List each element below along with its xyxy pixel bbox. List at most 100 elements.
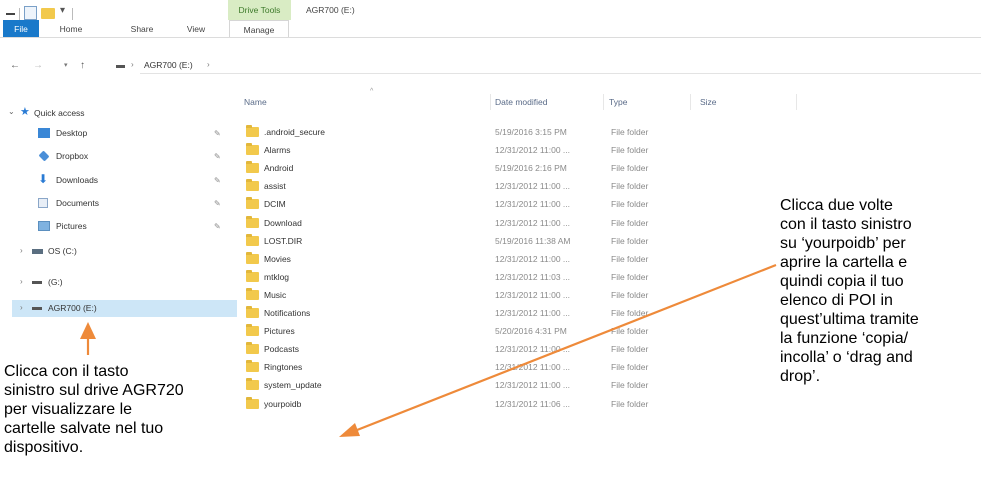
folder-icon xyxy=(246,233,259,246)
column-header-date-modified[interactable]: Date modified xyxy=(495,97,547,107)
quick-access-label[interactable]: Quick access xyxy=(34,108,85,118)
drive-tools-label: Drive Tools xyxy=(238,5,281,15)
sidebar-item-dropbox[interactable]: Dropbox ✎ xyxy=(38,148,228,165)
file-date-modified: 12/31/2012 11:00 ... xyxy=(495,217,570,228)
ribbon-tabs: File Home Share View Manage xyxy=(0,20,981,38)
table-row[interactable]: Podcasts 12/31/2012 11:00 ... File folder xyxy=(246,341,816,358)
column-header-name[interactable]: Name xyxy=(244,97,267,107)
back-arrow-icon[interactable]: ← xyxy=(10,60,20,71)
sidebar-item-os-drive[interactable]: › OS (C:) xyxy=(20,243,220,260)
sidebar-item-pictures[interactable]: Pictures ✎ xyxy=(38,218,228,235)
recent-locations-icon[interactable]: ▾ xyxy=(64,61,68,69)
table-row[interactable]: Download 12/31/2012 11:00 ... File folder xyxy=(246,215,816,232)
chevron-down-icon[interactable]: ⌄ xyxy=(8,107,15,116)
chevron-right-icon[interactable]: › xyxy=(20,303,23,312)
sidebar-item-desktop[interactable]: Desktop ✎ xyxy=(38,125,228,142)
tab-file[interactable]: File xyxy=(3,20,39,38)
documents-icon xyxy=(38,198,48,208)
chevron-right-icon[interactable]: › xyxy=(20,277,23,286)
column-header-size[interactable]: Size xyxy=(700,97,717,107)
folder-icon xyxy=(246,396,259,409)
pictures-icon xyxy=(38,221,50,231)
new-folder-icon[interactable] xyxy=(41,8,55,19)
breadcrumb-separator[interactable]: › xyxy=(207,60,210,69)
breadcrumb-drive[interactable]: AGR700 (E:) xyxy=(144,60,193,70)
table-row[interactable]: LOST.DIR 5/19/2016 11:38 AM File folder xyxy=(246,233,816,250)
breadcrumb-separator[interactable]: › xyxy=(131,60,134,69)
table-row[interactable]: DCIM 12/31/2012 11:00 ... File folder xyxy=(246,196,816,213)
column-divider[interactable] xyxy=(690,94,691,110)
table-row[interactable]: Music 12/31/2012 11:00 ... File folder xyxy=(246,287,816,304)
sidebar-item-agr700-drive[interactable]: › AGR700 (E:) xyxy=(20,300,220,317)
properties-icon[interactable] xyxy=(24,6,37,20)
file-date-modified: 12/31/2012 11:03 ... xyxy=(495,271,570,282)
table-row[interactable]: mtklog 12/31/2012 11:03 ... File folder xyxy=(246,269,816,286)
forward-arrow-icon[interactable]: → xyxy=(33,60,43,71)
column-divider[interactable] xyxy=(796,94,797,110)
file-name: Download xyxy=(264,217,302,228)
table-row[interactable]: Ringtones 12/31/2012 11:00 ... File folder xyxy=(246,359,816,376)
table-row[interactable]: Android 5/19/2016 2:16 PM File folder xyxy=(246,160,816,177)
file-name: .android_secure xyxy=(264,127,325,137)
file-name: Android xyxy=(264,163,294,174)
folder-icon xyxy=(246,324,259,337)
tab-view[interactable]: View xyxy=(174,20,218,38)
file-date-modified: 12/31/2012 11:00 ... xyxy=(495,199,570,210)
table-row[interactable]: system_update 12/31/2012 11:00 ... File fo… xyxy=(246,377,816,394)
pin-icon[interactable]: ✎ xyxy=(214,176,221,185)
file-date-modified: 5/19/2016 2:16 PM xyxy=(495,163,567,174)
sidebar-item-downloads[interactable]: ⬇ Downloads ✎ xyxy=(38,172,228,189)
folder-icon xyxy=(246,306,259,318)
file-name: system_update xyxy=(264,380,322,391)
file-type: File folder xyxy=(611,308,649,318)
tab-home[interactable]: Home xyxy=(48,20,94,38)
file-type: File folder xyxy=(611,289,649,300)
file-name: mtklog xyxy=(264,271,290,282)
drive-icon xyxy=(32,281,42,284)
table-row[interactable]: assist 12/31/2012 11:00 ... File folder xyxy=(246,178,816,195)
desktop-icon xyxy=(38,128,50,138)
table-row[interactable]: yourpoidb 12/31/2012 11:06 ... File folder xyxy=(246,396,816,413)
table-row[interactable]: Alarms 12/31/2012 11:00 ... File folder xyxy=(246,142,816,159)
pin-icon[interactable]: ✎ xyxy=(214,152,221,161)
file-date-modified: 12/31/2012 11:00 ... xyxy=(495,253,570,264)
table-row[interactable]: .android_secure 5/19/2016 3:15 PM File fol… xyxy=(246,124,816,141)
folder-icon xyxy=(246,269,259,282)
pin-icon[interactable]: ✎ xyxy=(214,129,221,138)
column-divider[interactable] xyxy=(603,94,604,110)
address-bar[interactable]: › AGR700 (E:) › xyxy=(104,58,979,74)
file-type: File folder xyxy=(611,271,649,282)
column-header-type[interactable]: Type xyxy=(609,97,627,107)
table-row[interactable]: Pictures 5/20/2016 4:31 PM File folder xyxy=(246,323,816,340)
file-name: yourpoidb xyxy=(264,398,302,409)
file-date-modified: 5/19/2016 3:15 PM xyxy=(495,127,567,137)
tab-share[interactable]: Share xyxy=(120,20,164,38)
arrow-to-drive xyxy=(80,322,96,355)
sidebar-item-label: Dropbox xyxy=(56,151,89,161)
folder-icon xyxy=(246,125,259,137)
file-type: File folder xyxy=(611,163,649,174)
sidebar-item-documents[interactable]: Documents ✎ xyxy=(38,195,228,212)
tab-manage[interactable]: Manage xyxy=(229,20,289,38)
minimize-quick-icon[interactable] xyxy=(6,13,15,15)
file-type: File folder xyxy=(611,362,649,373)
chevron-right-icon[interactable]: › xyxy=(20,246,23,255)
folder-icon xyxy=(246,378,259,391)
file-date-modified: 12/31/2012 11:00 ... xyxy=(495,145,570,156)
pin-icon[interactable]: ✎ xyxy=(214,222,221,231)
table-row[interactable]: Movies 12/31/2012 11:00 ... File folder xyxy=(246,251,816,268)
customize-toolbar-icon[interactable]: ▾ xyxy=(60,5,65,19)
file-type: File folder xyxy=(611,127,649,137)
table-row[interactable]: Notifications 12/31/2012 11:00 ... File fo… xyxy=(246,305,816,322)
column-divider[interactable] xyxy=(490,94,491,110)
folder-icon xyxy=(246,342,259,355)
pin-icon[interactable]: ✎ xyxy=(214,199,221,208)
file-type: File folder xyxy=(611,235,649,246)
window-title: AGR700 (E:) xyxy=(306,5,355,15)
up-arrow-icon[interactable]: ↑ xyxy=(80,60,85,71)
file-type: File folder xyxy=(611,398,649,409)
drive-icon xyxy=(32,307,42,310)
sidebar-item-g-drive[interactable]: › (G:) xyxy=(20,274,220,291)
file-type: File folder xyxy=(611,253,649,264)
file-name: Notifications xyxy=(264,308,311,318)
